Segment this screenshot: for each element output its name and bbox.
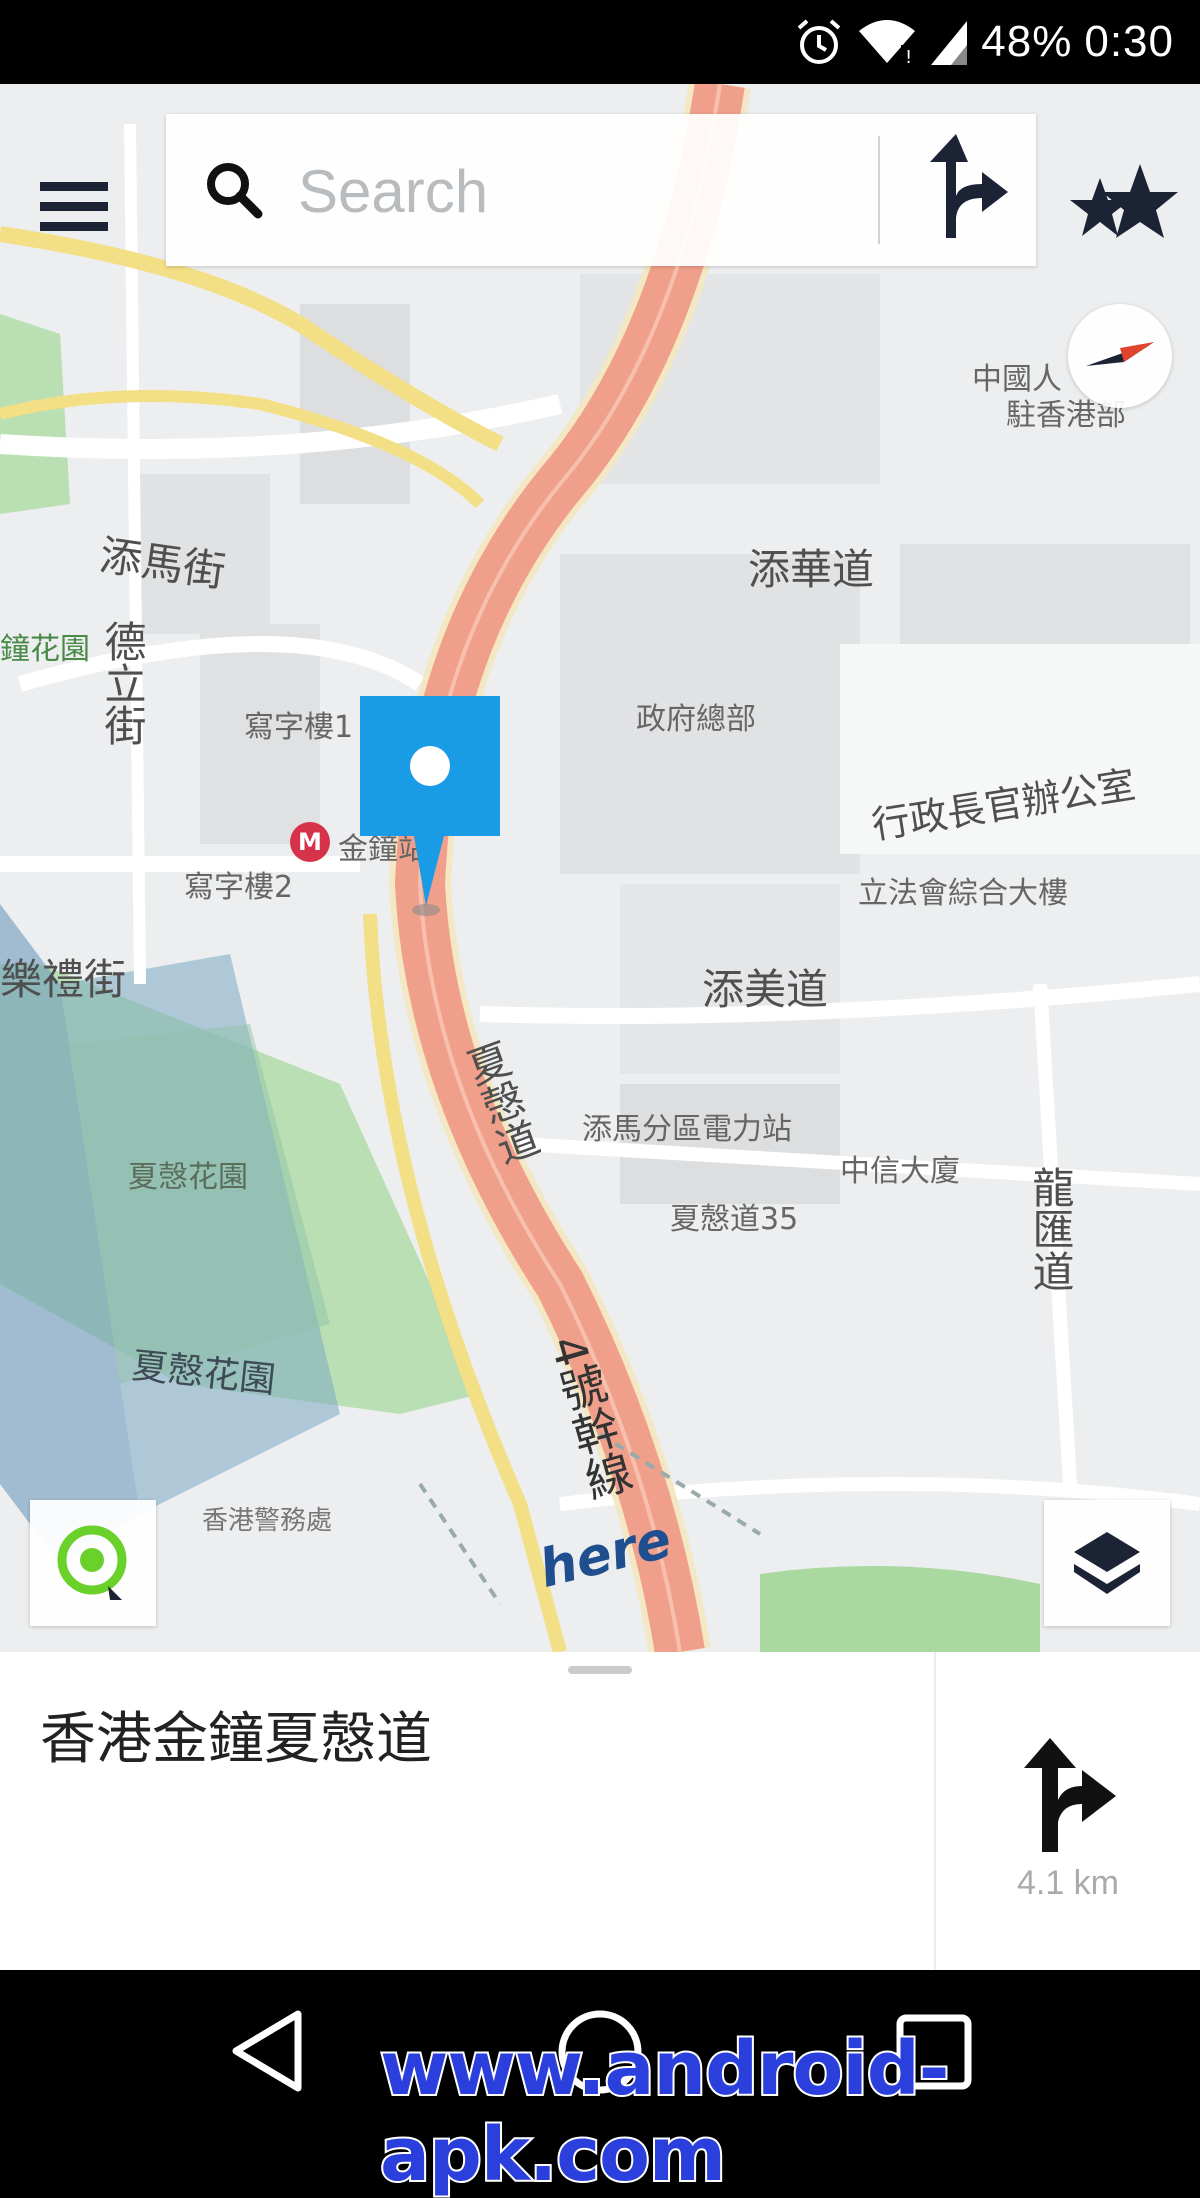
location-icon (57, 1525, 127, 1600)
wifi-icon: ! (859, 20, 916, 67)
distance-label: 4.1 km (1016, 1864, 1120, 1902)
map-label: 寫字樓1 (244, 710, 354, 745)
top-bar (0, 84, 1200, 284)
search-icon (207, 163, 263, 219)
search-divider (878, 136, 880, 244)
directions-icon (930, 134, 1008, 238)
back-icon (232, 2010, 302, 2092)
battery-percent: 48% (981, 17, 1073, 66)
compass-button[interactable] (1068, 304, 1172, 408)
mtr-station-icon[interactable]: M (288, 820, 332, 864)
menu-icon (40, 182, 108, 231)
map-view[interactable]: 添馬街 添華道 德立街 政府總部 行政長官辦公室 立法會綜合大樓 添美道 夏愨道… (0, 84, 1200, 1652)
place-name: 香港金鐘夏慤道 (40, 1707, 432, 1772)
menu-button[interactable] (30, 162, 130, 262)
map-label: 添馬分區電力站 (582, 1112, 792, 1147)
map-label: 龍匯道 (1026, 1166, 1075, 1292)
map-label: 夏愨花園 (128, 1160, 248, 1195)
directions-icon (1024, 1738, 1116, 1852)
drag-handle[interactable] (568, 1666, 632, 1674)
favorites-button[interactable] (1060, 152, 1180, 262)
directions-button[interactable] (906, 126, 1030, 254)
layers-icon (1074, 1532, 1140, 1594)
map-label: 夏慤道35 (670, 1202, 799, 1237)
map-label: 立法會綜合大樓 (858, 876, 1068, 911)
clock: 0:30 (1084, 17, 1174, 66)
map-label: 添華道 (748, 545, 875, 594)
alarm-icon (797, 19, 841, 64)
map-label: 添美道 (702, 965, 829, 1014)
map-label: 樂禮街 (0, 955, 127, 1004)
svg-text:M: M (298, 828, 322, 856)
status-bar: ! 48% 0:30 (0, 0, 1200, 84)
watermark: www.android-apk.com (378, 2024, 951, 2198)
svg-text:!: ! (905, 47, 912, 67)
map-label: 寫字樓2 (184, 870, 294, 905)
map-label: 香港警務處 (202, 1506, 333, 1536)
map-label: 德立街 (98, 620, 147, 746)
system-nav-bar: www.android-apk.com (0, 1970, 1200, 2198)
favorites-stars-icon (1070, 164, 1178, 238)
place-card[interactable]: 香港金鐘夏慤道 4.1 km (0, 1652, 1200, 1970)
layers-button[interactable] (1044, 1500, 1170, 1626)
signal-icon (931, 21, 968, 65)
route-button[interactable]: 4.1 km (936, 1652, 1200, 1970)
search-bar[interactable] (166, 114, 1036, 266)
my-location-button[interactable] (30, 1500, 156, 1626)
back-button[interactable] (224, 2006, 314, 2096)
map-pin[interactable] (356, 696, 504, 926)
map-label: 中信大廈 (840, 1154, 960, 1189)
location-pin-icon (360, 696, 500, 916)
search-input[interactable] (296, 146, 820, 236)
map-label: 政府總部 (636, 702, 756, 737)
map-label: 鐘花園 (0, 632, 90, 667)
compass-icon (1086, 342, 1154, 366)
